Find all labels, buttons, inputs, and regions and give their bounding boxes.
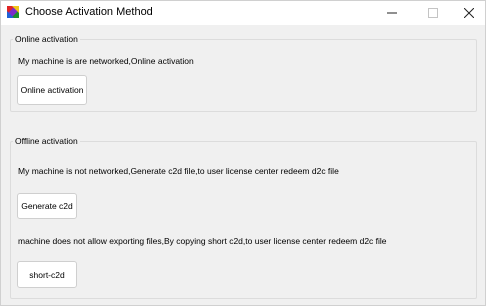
maximize-icon: [428, 8, 438, 18]
maximize-button[interactable]: [415, 1, 451, 25]
close-icon: [464, 8, 474, 18]
minimize-button[interactable]: [374, 1, 410, 25]
window-title: Choose Activation Method: [25, 6, 153, 18]
online-activation-button[interactable]: Online activation: [17, 75, 87, 105]
offline-short-description: machine does not allow exporting files,B…: [18, 236, 387, 246]
close-button[interactable]: [451, 1, 486, 25]
generate-c2d-button[interactable]: Generate c2d: [17, 193, 77, 219]
minimize-icon: [387, 12, 397, 14]
app-logo-icon: [7, 6, 19, 18]
title-bar[interactable]: Choose Activation Method: [1, 1, 485, 25]
offline-group-label: Offline activation: [15, 136, 78, 146]
online-group-label: Online activation: [15, 34, 78, 44]
offline-activation-group: Offline activation: [10, 136, 477, 299]
online-description: My machine is are networked,Online activ…: [18, 56, 194, 66]
short-c2d-button[interactable]: short-c2d: [17, 261, 77, 288]
activation-window: Choose Activation Method Online activati…: [0, 0, 486, 306]
offline-c2d-description: My machine is not networked,Generate c2d…: [18, 166, 339, 176]
